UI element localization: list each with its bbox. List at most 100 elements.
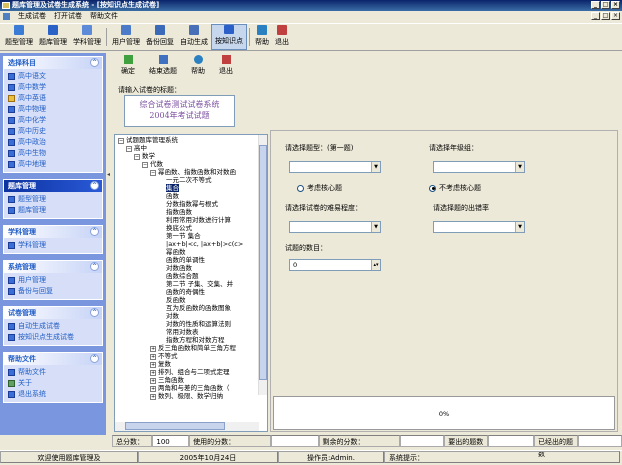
chevron-down-icon: ▼	[371, 162, 380, 172]
collapse-icon[interactable]: −	[142, 162, 148, 168]
collapse-icon[interactable]: ^	[90, 354, 99, 363]
sidebar-item-subject-2[interactable]: 高中英语	[8, 93, 98, 104]
stat-value	[400, 435, 445, 447]
toolbar-exit-button[interactable]: 退出	[272, 24, 292, 50]
sidebar-item-bank-1[interactable]: 题库管理	[8, 205, 98, 216]
collapse-icon[interactable]: ^	[90, 262, 99, 271]
help-button[interactable]: 帮助	[185, 53, 211, 79]
check-icon	[123, 55, 133, 64]
sidebar-item-help-1[interactable]: 关于	[8, 378, 98, 389]
menu-help[interactable]: 帮助文件	[90, 11, 118, 22]
sidebar-item-subject-3[interactable]: 高中物理	[8, 104, 98, 115]
panel-subject-header[interactable]: 选择科目 ^	[4, 57, 102, 69]
sidebar-item-subject-1[interactable]: 高中数学	[8, 82, 98, 93]
by-knowledge-icon	[224, 25, 234, 34]
collapse-icon[interactable]: −	[126, 146, 132, 152]
sidebar-item-subject-8[interactable]: 高中地理	[8, 159, 98, 170]
panel-help-header[interactable]: 帮助文件 ^	[4, 353, 102, 365]
sidebar-item-paper-1[interactable]: 按知识点生成试卷	[8, 332, 98, 343]
count-label: 试题的数目：	[285, 244, 327, 252]
qtype-select[interactable]: ▼	[289, 161, 381, 173]
sidebar-item-system-1[interactable]: 备份与回复	[8, 286, 98, 297]
sidebar-item-help-0[interactable]: 帮助文件	[8, 367, 98, 378]
exit-button[interactable]: 退出	[213, 53, 239, 79]
radio-ignore-core[interactable]: 不考虑核心题	[429, 183, 481, 193]
sidebar-item-subject-7[interactable]: 高中生物	[8, 148, 98, 159]
toolbar-by-knowledge-button[interactable]: 按知识点	[211, 24, 247, 50]
scroll-thumb[interactable]	[125, 422, 225, 430]
splitter[interactable]: ◂	[107, 53, 111, 435]
chevron-down-icon: ▼	[515, 222, 524, 232]
collapse-icon[interactable]: ^	[90, 308, 99, 317]
difficulty-select[interactable]: ▼	[289, 221, 381, 233]
toolbar-subject-button[interactable]: 学科管理	[70, 24, 104, 50]
count-stepper[interactable]: 0 ▴▾	[289, 259, 381, 271]
minimize-button[interactable]: _	[591, 1, 600, 9]
item-icon	[8, 288, 15, 295]
sidebar-item-help-2[interactable]: 退出系统	[8, 389, 98, 400]
collapse-icon[interactable]: −	[134, 154, 140, 160]
title-line-2: 2004年考试试题	[149, 111, 210, 120]
collapse-icon[interactable]: ^	[90, 227, 99, 236]
radio-consider-core[interactable]: 考虑核心题	[297, 183, 342, 193]
toolbar-user-button[interactable]: 用户管理	[109, 24, 143, 50]
frequency-select[interactable]: ▼	[433, 221, 525, 233]
toolbar-auto-generate-button[interactable]: 自动生成	[177, 24, 211, 50]
tree-vertical-scrollbar[interactable]	[258, 135, 267, 395]
stat-value	[270, 435, 319, 447]
sidebar-item-subject-6[interactable]: 高中政治	[8, 137, 98, 148]
collapse-icon[interactable]: ^	[90, 58, 99, 67]
panel-system-header[interactable]: 系统管理 ^	[4, 261, 102, 273]
expand-icon[interactable]: +	[150, 394, 156, 400]
confirm-button[interactable]: 确定	[115, 53, 141, 79]
item-icon	[8, 323, 15, 330]
exit-icon	[221, 55, 231, 64]
collapse-icon[interactable]: −	[150, 170, 156, 176]
sidebar-item-subject-0[interactable]: 高中语文	[8, 71, 98, 82]
maximize-button[interactable]: □	[601, 1, 610, 9]
toolbar-question-type-button[interactable]: 题型管理	[2, 24, 36, 50]
menu-open-paper[interactable]: 打开试卷	[54, 11, 82, 22]
knowledge-tree[interactable]: − 试题题库管理系统 − 高中 − 数学 − 代数 − 幂函数、指数函数和对数函 一元二次不等式 集合…	[114, 134, 268, 432]
toolbar-backup-button[interactable]: 备份回复	[143, 24, 177, 50]
sidebar-item-system-0[interactable]: 用户管理	[8, 275, 98, 286]
panel-bank-header[interactable]: 题库管理 ^	[4, 180, 102, 192]
collapse-icon[interactable]: −	[118, 138, 124, 144]
menu-generate-paper[interactable]: 生成试卷	[18, 11, 46, 22]
item-icon	[8, 128, 15, 135]
collapse-arrow-icon[interactable]: ◂	[107, 171, 110, 178]
difficulty-label: 请选择试卷的难易程度：	[285, 204, 362, 212]
grade-select[interactable]: ▼	[433, 161, 525, 173]
sidebar-item-paper-0[interactable]: 自动生成试卷	[8, 321, 98, 332]
app-icon	[2, 2, 10, 9]
scroll-thumb[interactable]	[259, 145, 267, 380]
item-icon	[8, 106, 15, 113]
item-icon	[8, 380, 15, 387]
panel-paper-header[interactable]: 试卷管理 ^	[4, 307, 102, 319]
main-toolbar: 题型管理 题库管理 学科管理 用户管理 备份回复 自动生成 按知识点 帮助 退出	[0, 23, 622, 51]
item-icon	[8, 84, 15, 91]
panel-course: 学科管理 ^ 学科管理	[3, 225, 103, 254]
panel-course-header[interactable]: 学科管理 ^	[4, 226, 102, 238]
sidebar-item-subject-4[interactable]: 高中化学	[8, 115, 98, 126]
stat-label: 要出的题数	[444, 435, 489, 447]
toolbar-question-bank-button[interactable]: 题库管理	[36, 24, 70, 50]
toolbar-help-button[interactable]: 帮助	[252, 24, 272, 50]
status-operator: 操作员:Admin.	[278, 451, 384, 463]
child-restore-button[interactable]: □	[601, 12, 610, 20]
child-minimize-button[interactable]: _	[591, 12, 600, 20]
finish-select-button[interactable]: 结束选题	[143, 53, 183, 79]
child-close-button[interactable]: ×	[611, 12, 620, 20]
score-bar: 总分数： 100 使用的分数： 剩余的分数： 要出的题数 已经出的题数	[112, 435, 622, 458]
sidebar-item-course-0[interactable]: 学科管理	[8, 240, 98, 251]
sidebar-item-subject-5[interactable]: 高中历史	[8, 126, 98, 137]
tree-horizontal-scrollbar[interactable]	[115, 422, 259, 431]
sidebar-item-bank-0[interactable]: 题型管理	[8, 194, 98, 205]
spin-icon[interactable]: ▴▾	[371, 260, 380, 270]
tree-node[interactable]: + 数列、极限、数学归纳	[150, 392, 223, 401]
collapse-icon[interactable]: ^	[90, 181, 99, 190]
mdi-window-buttons: _ □ ×	[591, 12, 620, 20]
sub-toolbar: 确定 结束选题 帮助 退出	[115, 53, 239, 79]
close-button[interactable]: ×	[611, 1, 620, 9]
paper-title-input[interactable]: 综合试卷测试试卷系统 2004年考试试题	[124, 95, 235, 127]
